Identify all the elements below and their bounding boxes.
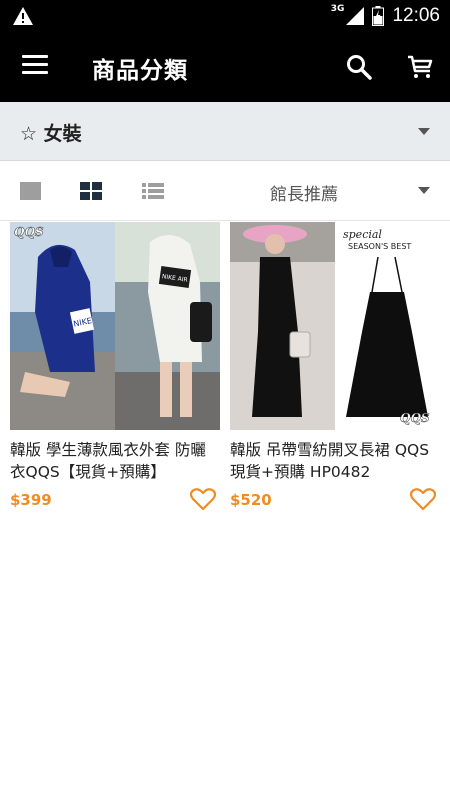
battery-icon [372, 6, 385, 26]
list-view-icon[interactable] [142, 181, 164, 201]
watermark-text: QQS [14, 225, 44, 239]
category-name: 女裝 [43, 123, 82, 145]
star-icon: ☆ [20, 123, 38, 145]
heart-icon[interactable] [410, 487, 436, 511]
product-image[interactable]: NIKE NIKE AIR QQS [10, 222, 220, 430]
product-card[interactable]: special SEASON'S BEST QQS 韓版 吊帶雪紡開叉長裙 QQ… [230, 221, 440, 521]
product-price: $399 [10, 491, 52, 509]
category-label: ☆ 女裝 [20, 119, 82, 146]
signal-icon [346, 7, 365, 25]
sort-dropdown[interactable]: 館長推薦 [270, 180, 338, 205]
app-bar: 商品分類 [0, 32, 450, 102]
product-name[interactable]: 韓版 吊帶雪紡開叉長裙 QQS 現貨+預購 HP0482 [230, 439, 440, 483]
category-selector[interactable]: ☆ 女裝 [0, 102, 450, 161]
status-icons: 3G 12:06 [331, 0, 440, 32]
product-price: $520 [230, 491, 272, 509]
status-bar: 3G 12:06 [0, 0, 450, 32]
product-name[interactable]: 韓版 學生薄款風衣外套 防曬衣QQS【現貨+預購】 [10, 439, 220, 483]
clock: 12:06 [392, 5, 440, 26]
search-icon[interactable] [346, 54, 372, 80]
cart-icon[interactable] [406, 54, 434, 80]
chevron-down-icon [418, 128, 430, 135]
product-image[interactable]: special SEASON'S BEST QQS [230, 222, 440, 430]
grid-view-icon[interactable] [80, 181, 102, 201]
chevron-down-icon[interactable] [418, 187, 430, 194]
page-title: 商品分類 [92, 58, 188, 84]
warning-icon [13, 7, 33, 25]
menu-icon[interactable] [22, 55, 48, 77]
single-view-icon[interactable] [20, 181, 42, 201]
network-type: 3G [330, 4, 345, 14]
product-card[interactable]: NIKE NIKE AIR QQS 韓版 學生薄款風衣外套 防曬衣QQS【現貨+… [10, 221, 220, 521]
heart-icon[interactable] [190, 487, 216, 511]
view-sort-bar: 館長推薦 [0, 161, 450, 221]
image-tag-text: SEASON'S BEST [348, 242, 411, 251]
image-tag-text: special [343, 228, 382, 241]
watermark-text: QQS [400, 411, 430, 425]
